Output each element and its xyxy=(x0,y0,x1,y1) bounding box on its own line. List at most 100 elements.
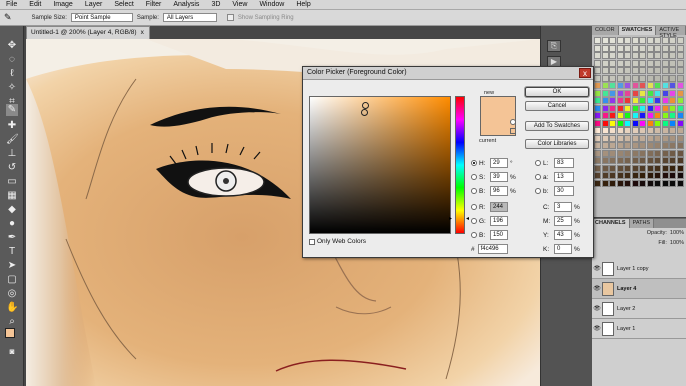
marquee-tool-icon[interactable]: ◌ xyxy=(6,54,18,66)
swatch[interactable] xyxy=(594,164,601,172)
swatch[interactable] xyxy=(646,112,654,119)
swatch[interactable] xyxy=(594,157,601,164)
swatch[interactable] xyxy=(631,157,639,164)
path-select-icon[interactable]: ➤ xyxy=(6,260,18,272)
swatch[interactable] xyxy=(676,67,684,74)
swatch[interactable] xyxy=(616,164,624,172)
swatch[interactable] xyxy=(676,89,684,97)
swatch[interactable] xyxy=(601,172,609,179)
swatch[interactable] xyxy=(646,82,654,89)
swatch[interactable] xyxy=(669,149,676,157)
shape-tool-icon[interactable]: ▢ xyxy=(6,274,18,286)
swatch[interactable] xyxy=(594,127,601,134)
swatch[interactable] xyxy=(661,37,669,44)
swatch[interactable] xyxy=(654,142,661,149)
swatch[interactable] xyxy=(594,134,601,142)
menu-file[interactable]: File xyxy=(0,1,23,8)
saturation-input[interactable]: 39 xyxy=(490,172,508,182)
swatch[interactable] xyxy=(676,104,684,112)
swatch[interactable] xyxy=(669,59,676,67)
swatch[interactable] xyxy=(646,104,654,112)
swatch[interactable] xyxy=(631,134,639,142)
swatch[interactable] xyxy=(601,127,609,134)
swatch[interactable] xyxy=(601,157,609,164)
swatch[interactable] xyxy=(624,142,631,149)
swatch[interactable] xyxy=(631,179,639,187)
lab-l-radio[interactable] xyxy=(535,160,541,166)
swatch[interactable] xyxy=(609,164,616,172)
swatch[interactable] xyxy=(676,127,684,134)
swatch[interactable] xyxy=(654,82,661,89)
swatch[interactable] xyxy=(609,37,616,44)
swatch[interactable] xyxy=(646,134,654,142)
swatch[interactable] xyxy=(609,52,616,59)
swatch[interactable] xyxy=(654,104,661,112)
swatch[interactable] xyxy=(676,149,684,157)
menu-help[interactable]: Help xyxy=(290,1,316,8)
swatch[interactable] xyxy=(654,179,661,187)
blur-tool-icon[interactable]: ◆ xyxy=(6,204,18,216)
swatch[interactable] xyxy=(676,172,684,179)
swatch[interactable] xyxy=(676,74,684,82)
swatch[interactable] xyxy=(661,59,669,67)
swatch[interactable] xyxy=(601,74,609,82)
swatch[interactable] xyxy=(631,127,639,134)
history-brush-icon[interactable]: ↺ xyxy=(6,162,18,174)
sample-select[interactable]: All Layers xyxy=(162,13,217,22)
swatch[interactable] xyxy=(624,112,631,119)
swatch[interactable] xyxy=(676,119,684,127)
swatch[interactable] xyxy=(676,59,684,67)
green-input[interactable]: 196 xyxy=(490,216,508,226)
zoom-tool-icon[interactable]: ⌕ xyxy=(6,316,18,328)
swatch[interactable] xyxy=(631,142,639,149)
swatch[interactable] xyxy=(646,119,654,127)
swatch[interactable] xyxy=(616,127,624,134)
swatch[interactable] xyxy=(646,157,654,164)
swatch[interactable] xyxy=(631,67,639,74)
swatch[interactable] xyxy=(616,142,624,149)
swatch[interactable] xyxy=(624,97,631,104)
swatch[interactable] xyxy=(609,179,616,187)
swatch[interactable] xyxy=(616,149,624,157)
swatch[interactable] xyxy=(624,82,631,89)
swatch[interactable] xyxy=(654,37,661,44)
sampling-ring-checkbox[interactable] xyxy=(226,14,234,21)
swatch[interactable] xyxy=(609,142,616,149)
swatch[interactable] xyxy=(669,119,676,127)
swatch[interactable] xyxy=(616,134,624,142)
visibility-eye-icon[interactable]: 👁 xyxy=(592,325,602,332)
swatch[interactable] xyxy=(601,67,609,74)
swatch[interactable] xyxy=(654,74,661,82)
brightness-radio[interactable] xyxy=(471,188,477,194)
swatch[interactable] xyxy=(594,67,601,74)
swatch[interactable] xyxy=(616,59,624,67)
menu-analysis[interactable]: Analysis xyxy=(167,1,205,8)
swatch[interactable] xyxy=(601,37,609,44)
swatch[interactable] xyxy=(594,74,601,82)
swatch[interactable] xyxy=(594,142,601,149)
swatch[interactable] xyxy=(654,59,661,67)
swatch[interactable] xyxy=(676,52,684,59)
swatch[interactable] xyxy=(669,67,676,74)
swatch[interactable] xyxy=(639,172,646,179)
swatch[interactable] xyxy=(594,59,601,67)
document-tab[interactable]: Untitled-1 @ 200% (Layer 4, RGB/8) x xyxy=(26,26,150,39)
swatch[interactable] xyxy=(661,164,669,172)
menu-window[interactable]: Window xyxy=(253,1,290,8)
lab-b-radio[interactable] xyxy=(535,188,541,194)
swatch[interactable] xyxy=(639,74,646,82)
swatch[interactable] xyxy=(654,127,661,134)
cancel-button[interactable]: Cancel xyxy=(525,101,589,111)
swatch[interactable] xyxy=(609,82,616,89)
swatch[interactable] xyxy=(609,157,616,164)
swatch[interactable] xyxy=(624,59,631,67)
swatch[interactable] xyxy=(601,179,609,187)
swatch[interactable] xyxy=(639,89,646,97)
layer-row[interactable]: 👁 Layer 2 xyxy=(592,299,686,319)
swatch[interactable] xyxy=(669,127,676,134)
swatch[interactable] xyxy=(646,44,654,52)
swatch[interactable] xyxy=(654,149,661,157)
swatch[interactable] xyxy=(601,112,609,119)
swatch[interactable] xyxy=(661,127,669,134)
swatch[interactable] xyxy=(601,164,609,172)
